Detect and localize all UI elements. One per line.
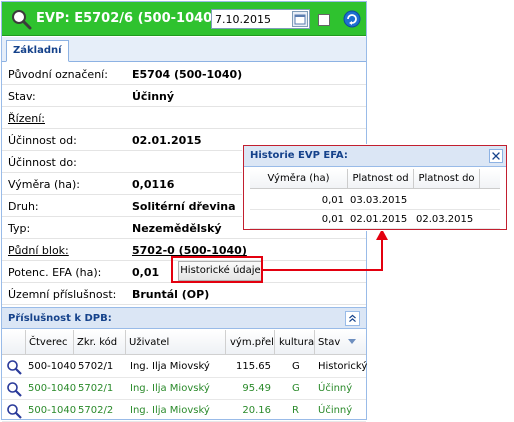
popup-column-vymera[interactable]: Výměra (ha) — [250, 169, 348, 189]
popup-header: Historie EVP EFA: — [244, 146, 506, 167]
popup-table-header: Výměra (ha) Platnost od Platnost do — [250, 169, 500, 189]
popup-cell-do: 02.03.2015 — [416, 214, 474, 225]
popup-cell-od: 02.01.2015 — [350, 214, 408, 225]
popup-title: Historie EVP EFA: — [250, 150, 348, 161]
close-icon[interactable] — [489, 149, 503, 163]
popup-column-platnost-do[interactable]: Platnost do — [414, 169, 480, 189]
popup-row[interactable]: 0,01 03.03.2015 — [250, 191, 500, 210]
history-popup: Historie EVP EFA: Výměra (ha) Platnost o… — [243, 145, 507, 230]
popup-cell-vymera: 0,01 — [321, 195, 344, 206]
popup-cell-vymera: 0,01 — [321, 214, 344, 225]
popup-row[interactable]: 0,01 02.01.2015 02.03.2015 — [250, 210, 500, 229]
popup-column-platnost-od[interactable]: Platnost od — [348, 169, 414, 189]
popup-cell-od: 03.03.2015 — [350, 195, 408, 206]
